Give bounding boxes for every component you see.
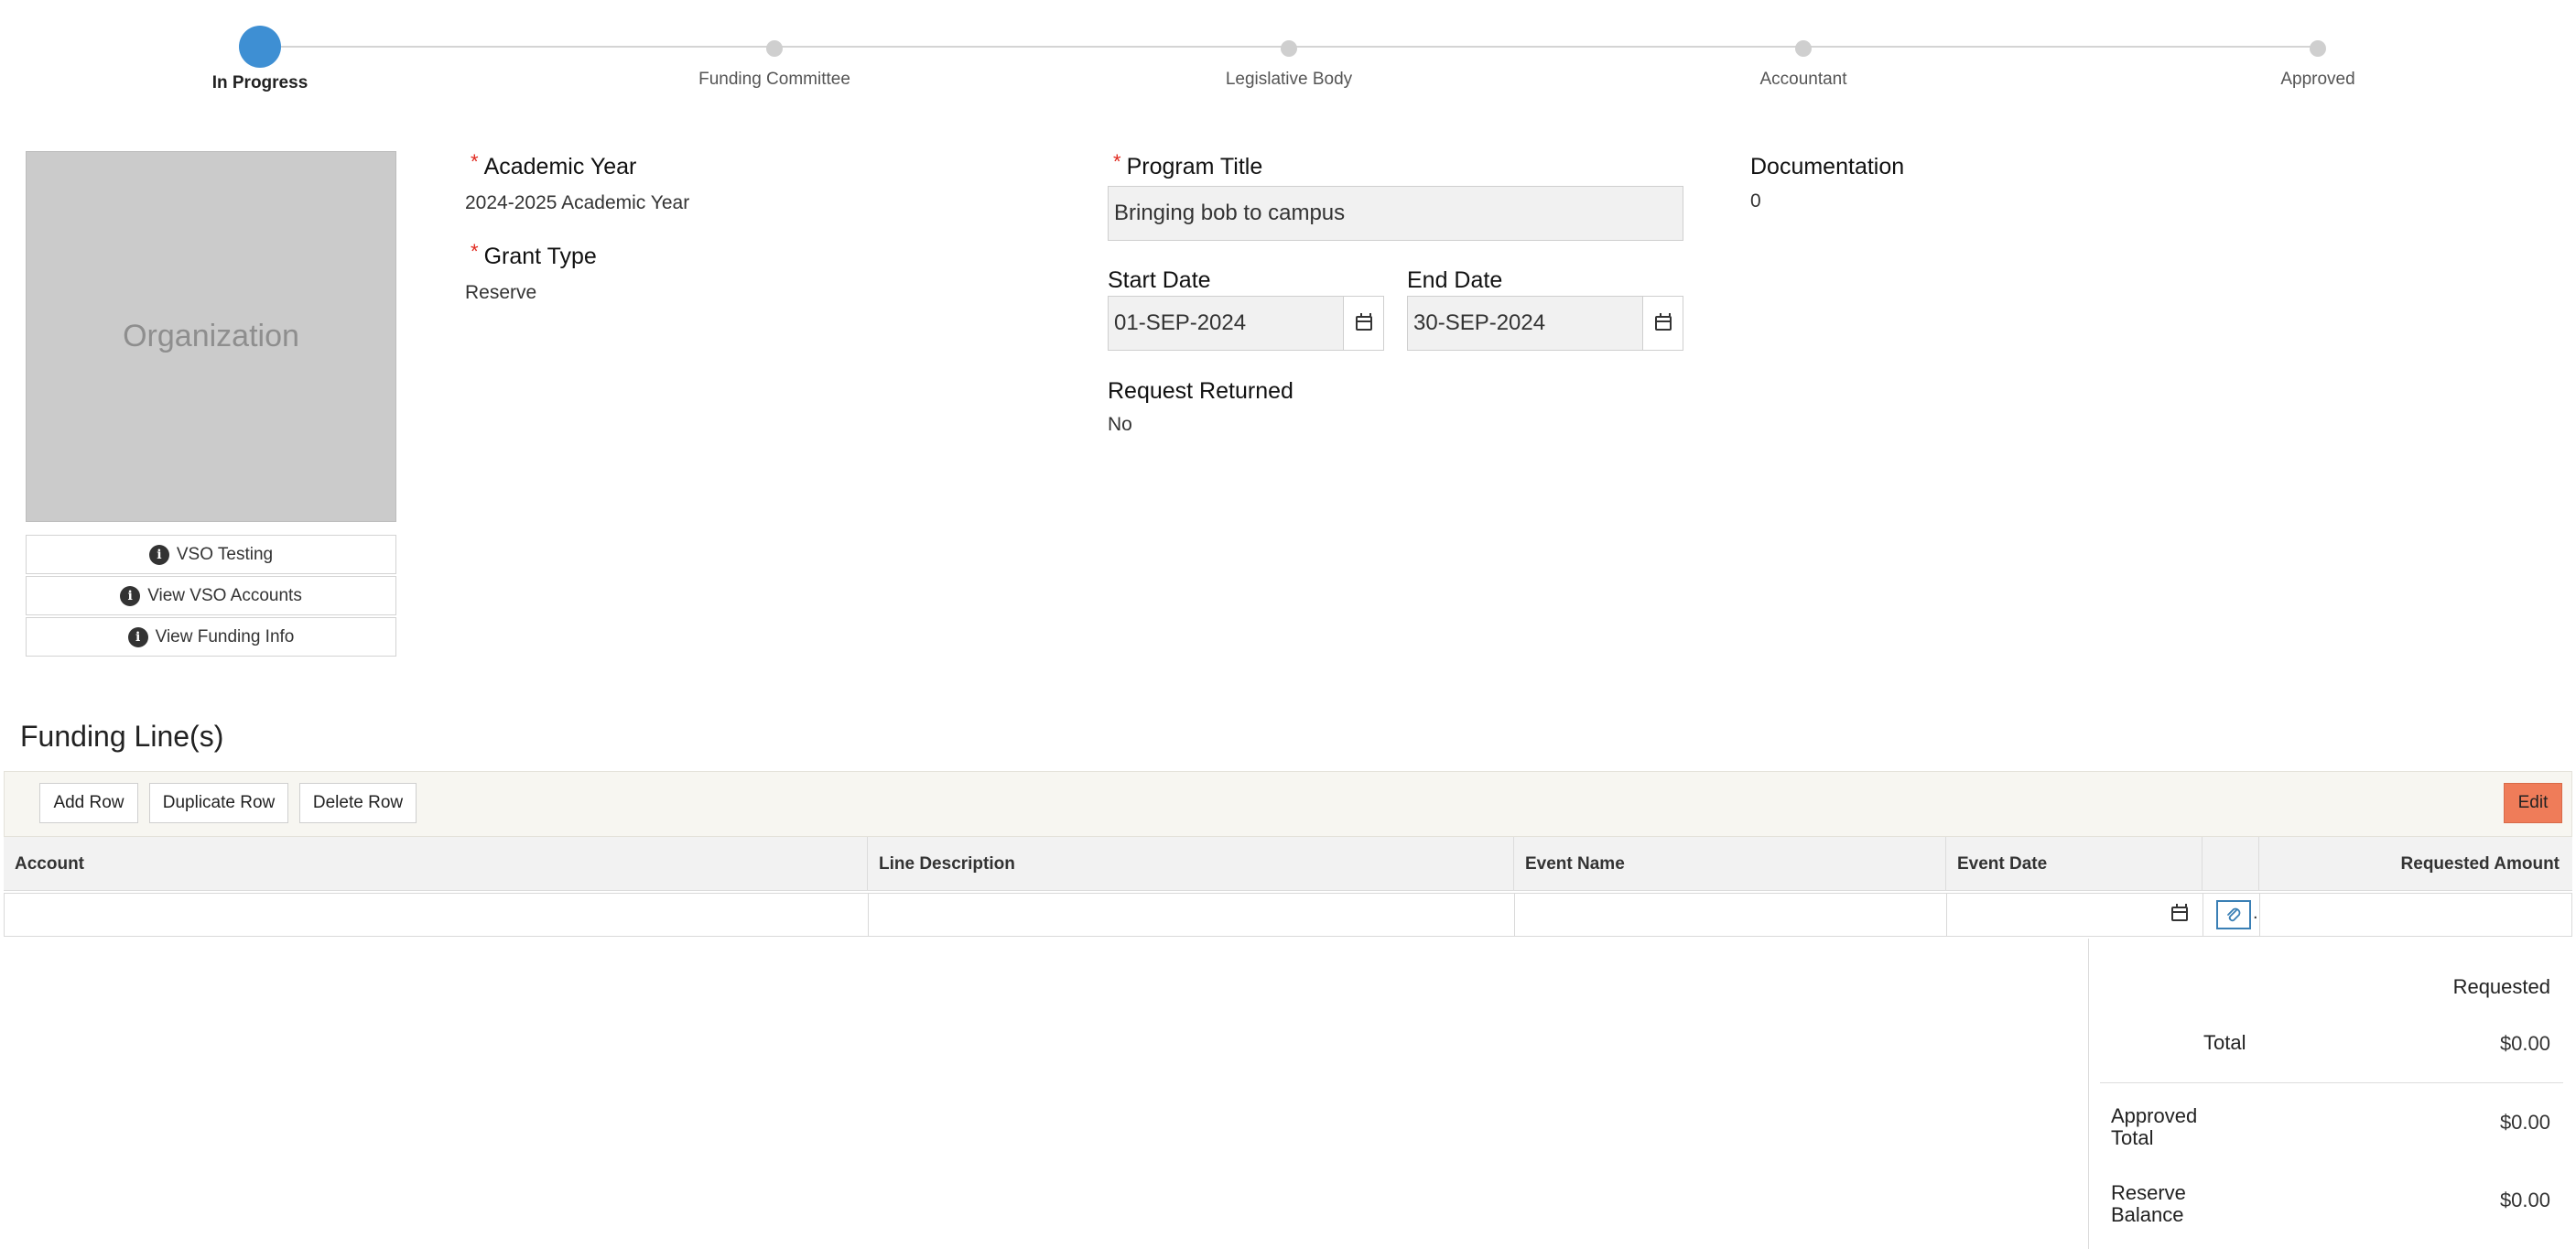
program-title-label: * Program Title (1113, 150, 1263, 179)
view-vso-accounts-button[interactable]: i View VSO Accounts (26, 576, 396, 615)
reserve-balance-label: Reserve Balance (2111, 1181, 2186, 1226)
step-approved-label: Approved (2280, 70, 2355, 89)
column-account[interactable]: Account (4, 837, 868, 891)
info-icon: i (120, 585, 141, 606)
line-description-cell[interactable] (869, 894, 1515, 936)
edit-button[interactable]: Edit (2504, 783, 2562, 823)
column-attachment (2203, 837, 2259, 891)
step-accountant-dot (1795, 40, 1812, 57)
reserve-balance-value: $0.00 (2499, 1189, 2550, 1211)
step-accountant-label: Accountant (1759, 70, 1847, 89)
program-title-input[interactable]: Bringing bob to campus (1108, 186, 1683, 241)
organization-image: Organization (26, 151, 396, 522)
vso-testing-label: VSO Testing (176, 544, 274, 564)
totals-header: Requested (2452, 975, 2550, 998)
required-marker: * (1113, 150, 1121, 173)
grant-type-label: * Grant Type (471, 240, 597, 269)
required-marker: * (471, 150, 479, 173)
step-legislative-body-dot (1281, 40, 1297, 57)
paperclip-icon (2227, 907, 2241, 922)
step-legislative-body-label: Legislative Body (1225, 70, 1353, 89)
totals-divider (2100, 1082, 2563, 1083)
table-row: . (4, 893, 2572, 937)
totals-panel: Requested Total $0.00 Approved Total $0.… (2088, 939, 2576, 1249)
end-date-input[interactable]: 30-SEP-2024 (1407, 296, 1683, 351)
view-vso-accounts-label: View VSO Accounts (147, 585, 302, 605)
step-funding-committee-dot (766, 40, 783, 57)
event-date-calendar-button[interactable] (2171, 904, 2188, 921)
total-label: Total (2203, 1031, 2246, 1054)
approved-total-value: $0.00 (2499, 1111, 2550, 1134)
academic-year-label: * Academic Year (471, 150, 637, 179)
documentation-value[interactable]: 0 (1750, 190, 1761, 212)
duplicate-row-button[interactable]: Duplicate Row (149, 783, 288, 823)
column-line-description[interactable]: Line Description (868, 837, 1514, 891)
view-funding-info-button[interactable]: i View Funding Info (26, 617, 396, 657)
start-date-label: Start Date (1108, 267, 1211, 293)
calendar-icon (1355, 313, 1372, 331)
calendar-icon (1654, 313, 1672, 331)
step-accountant: Accountant (1666, 0, 1941, 90)
approved-total-label: Approved Total (2111, 1104, 2198, 1149)
academic-year-value: 2024-2025 Academic Year (465, 192, 690, 213)
funding-lines-header: Account Line Description Event Name Even… (4, 837, 2572, 891)
step-funding-committee-label: Funding Committee (698, 70, 850, 89)
organization-placeholder: Organization (123, 319, 299, 353)
step-legislative-body: Legislative Body (1152, 0, 1426, 90)
start-date-calendar-button[interactable] (1343, 297, 1383, 350)
event-name-cell[interactable] (1515, 894, 1947, 936)
info-icon: i (148, 544, 169, 565)
step-in-progress-dot (239, 26, 281, 68)
end-date-label: End Date (1407, 267, 1503, 293)
column-event-date[interactable]: Event Date (1946, 837, 2203, 891)
account-cell[interactable] (5, 894, 869, 936)
step-approved: Approved (2181, 0, 2455, 90)
delete-row-button[interactable]: Delete Row (299, 783, 417, 823)
info-icon: i (127, 626, 148, 647)
step-funding-committee: Funding Committee (637, 0, 912, 90)
grant-type-value: Reserve (465, 282, 537, 303)
calendar-icon (2171, 904, 2188, 921)
column-requested-amount[interactable]: Requested Amount (2259, 837, 2572, 891)
step-in-progress-label: In Progress (211, 73, 308, 92)
documentation-label: Documentation (1750, 154, 1905, 179)
request-returned-label: Request Returned (1108, 378, 1293, 404)
required-marker: * (471, 240, 479, 263)
step-in-progress: In Progress (123, 0, 397, 93)
add-row-button[interactable]: Add Row (39, 783, 138, 823)
funding-lines-toolbar: Add Row Duplicate Row Delete Row Edit (4, 771, 2572, 837)
request-returned-value: No (1108, 414, 1132, 435)
event-date-cell[interactable] (1947, 894, 2203, 936)
attachment-button[interactable] (2216, 900, 2251, 929)
total-value: $0.00 (2499, 1032, 2550, 1055)
requested-amount-cell[interactable] (2260, 894, 2571, 936)
column-event-name[interactable]: Event Name (1514, 837, 1946, 891)
funding-lines-title: Funding Line(s) (20, 720, 224, 753)
start-date-input[interactable]: 01-SEP-2024 (1108, 296, 1384, 351)
step-approved-dot (2310, 40, 2326, 57)
row-trailing-mark: . (2253, 903, 2258, 923)
view-funding-info-label: View Funding Info (155, 626, 295, 646)
end-date-calendar-button[interactable] (1642, 297, 1683, 350)
vso-testing-button[interactable]: i VSO Testing (26, 535, 396, 574)
